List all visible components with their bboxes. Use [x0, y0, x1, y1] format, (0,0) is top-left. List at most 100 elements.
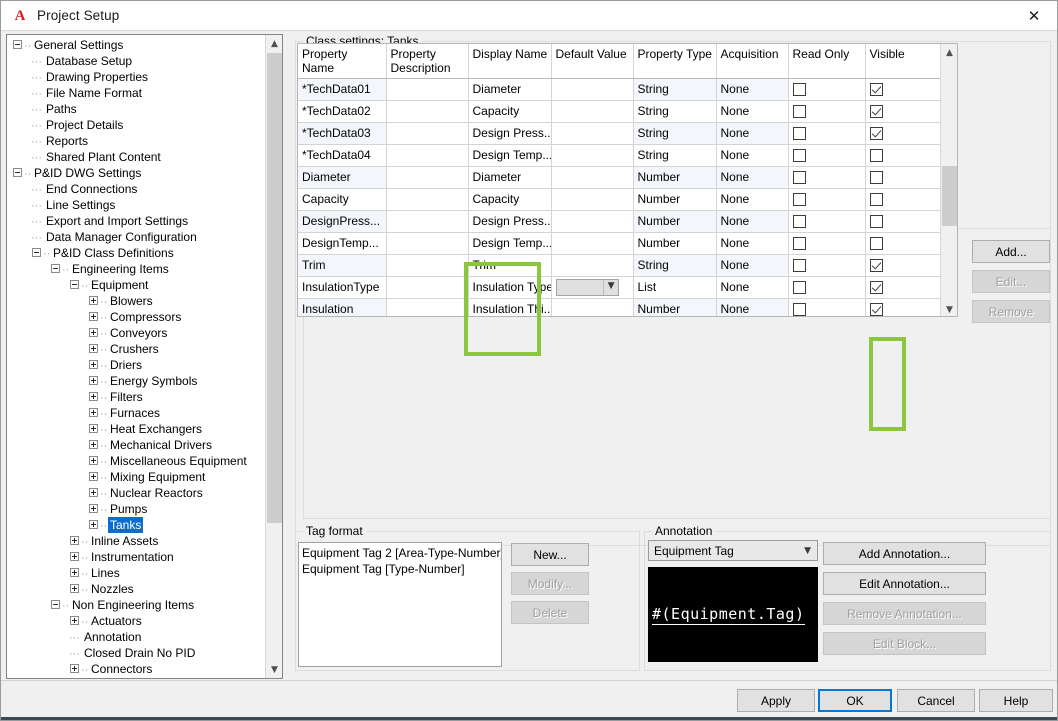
cell-display-name[interactable]: Capacity [468, 100, 552, 123]
tree-item-energy-symbols[interactable]: ·· Energy Symbols [7, 373, 267, 389]
table-row[interactable]: *TechData04 Design Temp... String None [298, 144, 943, 167]
table-row[interactable]: Diameter Diameter Number None [298, 166, 943, 189]
tree-item-crushers[interactable]: ·· Crushers [7, 341, 267, 357]
edit-annotation-button[interactable]: Edit Annotation... [823, 572, 986, 595]
expand-icon[interactable] [70, 552, 79, 562]
tree-item-closed-drain-no-pid[interactable]: ··· Closed Drain No PID [7, 645, 267, 661]
expand-icon[interactable] [89, 408, 98, 418]
tree-item-miscellaneous-equipment[interactable]: ·· Miscellaneous Equipment [7, 453, 267, 469]
expand-icon[interactable] [70, 584, 79, 594]
help-button[interactable]: Help [979, 689, 1053, 712]
cell-display-name[interactable]: Capacity [468, 188, 552, 211]
new-tag-format-button[interactable]: New... [511, 543, 589, 566]
tree-item-line-settings[interactable]: ··· Line Settings [7, 197, 267, 213]
cell-visible[interactable] [865, 232, 943, 255]
cell-visible[interactable] [865, 78, 943, 101]
cell-acquisition[interactable]: None [716, 276, 789, 299]
cancel-button[interactable]: Cancel [897, 689, 975, 712]
cell-default-value[interactable] [551, 188, 634, 211]
edit-property-button[interactable]: Edit... [972, 270, 1050, 293]
cell-property-description[interactable] [386, 122, 469, 145]
cell-property-type[interactable]: String [633, 78, 717, 101]
tree-item-pumps[interactable]: ·· Pumps [7, 501, 267, 517]
cell-read-only[interactable] [788, 298, 866, 316]
visible-checkbox[interactable] [869, 281, 883, 295]
tree-item-furnaces[interactable]: ·· Furnaces [7, 405, 267, 421]
tree-scroll-up-icon[interactable]: ▲ [266, 35, 282, 52]
expand-icon[interactable] [70, 664, 79, 674]
table-row[interactable]: Insulation Insulation Thi... Number None [298, 298, 943, 316]
table-row[interactable]: *TechData01 Diameter String None [298, 78, 943, 101]
cell-read-only[interactable] [788, 254, 866, 277]
expand-icon[interactable] [89, 504, 98, 514]
cell-visible[interactable] [865, 298, 943, 316]
read-only-checkbox[interactable] [792, 171, 806, 185]
cell-display-name[interactable]: Diameter [468, 78, 552, 101]
cell-property-name[interactable]: Trim [298, 254, 387, 277]
tree-item-nozzles[interactable]: ·· Nozzles [7, 581, 267, 597]
cell-property-name[interactable]: InsulationType [298, 276, 387, 299]
cell-property-name[interactable]: Capacity [298, 188, 387, 211]
modify-tag-format-button[interactable]: Modify... [511, 572, 589, 595]
cell-acquisition[interactable]: None [716, 100, 789, 123]
tree-item-shared-plant-content[interactable]: ··· Shared Plant Content [7, 149, 267, 165]
cell-acquisition[interactable]: None [716, 254, 789, 277]
visible-checkbox[interactable] [869, 237, 883, 251]
tree-item-project-details[interactable]: ··· Project Details [7, 117, 267, 133]
cell-property-description[interactable] [386, 78, 469, 101]
cell-default-value[interactable] [551, 100, 634, 123]
expand-icon[interactable] [89, 472, 98, 482]
cell-property-type[interactable]: Number [633, 232, 717, 255]
collapse-icon[interactable] [13, 40, 22, 50]
cell-read-only[interactable] [788, 122, 866, 145]
cell-property-description[interactable] [386, 232, 469, 255]
cell-read-only[interactable] [788, 276, 866, 299]
cell-property-description[interactable] [386, 254, 469, 277]
tree-item-heat-exchangers[interactable]: ·· Heat Exchangers [7, 421, 267, 437]
cell-property-type[interactable]: String [633, 144, 717, 167]
col-property-name[interactable]: Property NamePropertyName [298, 44, 387, 79]
tree-item-general-settings[interactable]: ·· General Settings [7, 37, 267, 53]
expand-icon[interactable] [70, 616, 79, 626]
tree-item-drawing-properties[interactable]: ··· Drawing Properties [7, 69, 267, 85]
tree-item-actuators[interactable]: ·· Actuators [7, 613, 267, 629]
cell-acquisition[interactable]: None [716, 122, 789, 145]
tree-item-mixing-equipment[interactable]: ·· Mixing Equipment [7, 469, 267, 485]
cell-visible[interactable] [865, 144, 943, 167]
visible-checkbox[interactable] [869, 83, 883, 97]
edit-block-annotation-button[interactable]: Edit Block... [823, 632, 986, 655]
col-read-only[interactable]: Read Only [788, 44, 866, 79]
settings-tree-panel[interactable]: ·· General Settings ··· Database Setup ··· Dr… [6, 34, 283, 679]
cell-visible[interactable] [865, 254, 943, 277]
cell-display-name[interactable]: Design Press... [468, 122, 552, 145]
expand-icon[interactable] [89, 440, 98, 450]
tree-item-engineering-items[interactable]: ·· Engineering Items [7, 261, 267, 277]
cell-property-type[interactable]: Number [633, 298, 717, 316]
cell-property-description[interactable] [386, 298, 469, 316]
tree-item-instrumentation[interactable]: ·· Instrumentation [7, 549, 267, 565]
table-row[interactable]: *TechData02 Capacity String None [298, 100, 943, 123]
delete-tag-format-button[interactable]: Delete [511, 601, 589, 624]
tree-item-nuclear-reactors[interactable]: ·· Nuclear Reactors [7, 485, 267, 501]
cell-property-name[interactable]: *TechData03 [298, 122, 387, 145]
cell-read-only[interactable] [788, 100, 866, 123]
cell-read-only[interactable] [788, 232, 866, 255]
cell-property-type[interactable]: String [633, 100, 717, 123]
cell-visible[interactable] [865, 188, 943, 211]
cell-property-description[interactable] [386, 144, 469, 167]
tree-item-connectors[interactable]: ·· Connectors [7, 661, 267, 677]
read-only-checkbox[interactable] [792, 303, 806, 316]
tree-item-database-setup[interactable]: ··· Database Setup [7, 53, 267, 69]
cell-acquisition[interactable]: None [716, 166, 789, 189]
cell-default-value[interactable] [551, 166, 634, 189]
cell-property-name[interactable]: DesignPress... [298, 210, 387, 233]
list-item[interactable]: Equipment Tag 2 [Area-Type-Number] [302, 545, 501, 561]
cell-default-value[interactable] [551, 122, 634, 145]
cell-display-name[interactable]: Trim [468, 254, 552, 277]
cell-property-name[interactable]: *TechData04 [298, 144, 387, 167]
annotation-select[interactable]: Equipment Tag ▼ [648, 540, 818, 561]
tree-item-reports[interactable]: ··· Reports [7, 133, 267, 149]
tree-item-equipment[interactable]: ·· Equipment [7, 277, 267, 293]
cell-visible[interactable] [865, 100, 943, 123]
cell-read-only[interactable] [788, 188, 866, 211]
